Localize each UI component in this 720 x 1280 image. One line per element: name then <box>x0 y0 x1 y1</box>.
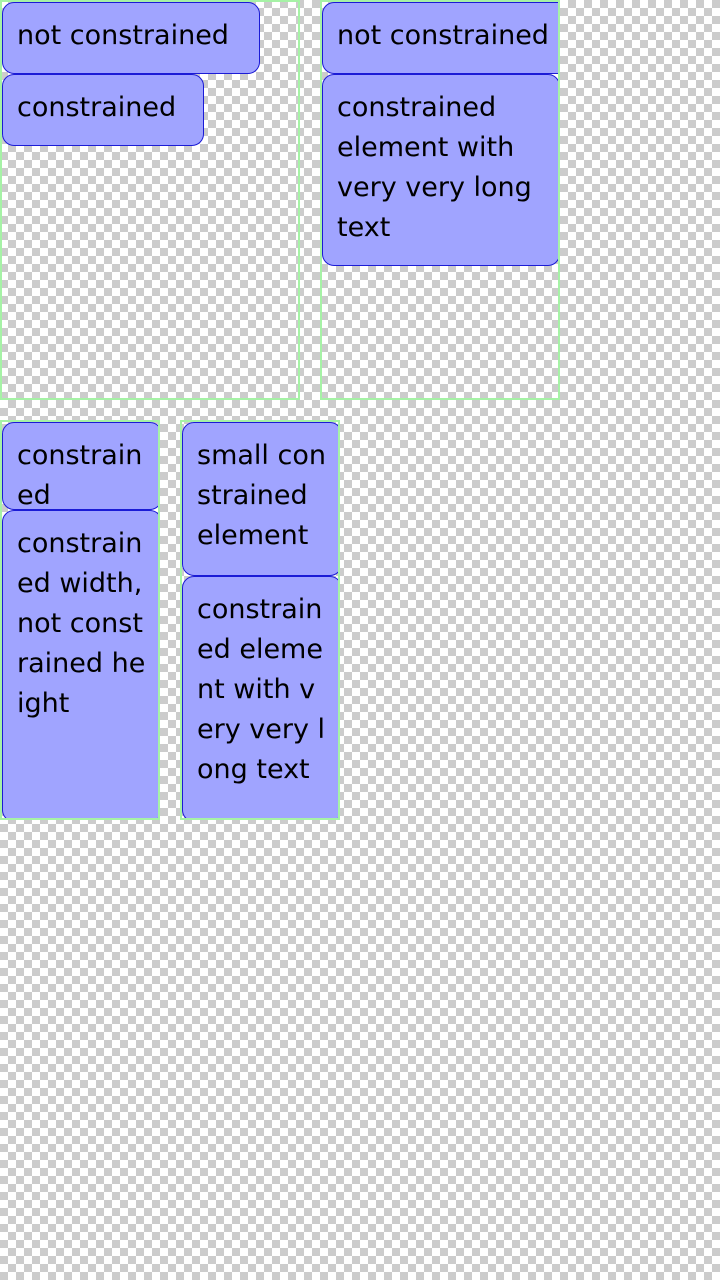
layout-box-small-constrained: small constrained element <box>182 422 338 576</box>
layout-box-constrained-long-text: constrained element with very very long … <box>322 74 558 266</box>
layout-box-not-constrained: not constrained <box>2 2 260 74</box>
layout-box-constrained-clipped: constrained <box>2 422 158 510</box>
layout-box-not-constrained: not constrained <box>322 2 558 74</box>
layout-frame-4: small constrained element constrained el… <box>180 420 340 820</box>
layout-box-constrained-width: constrained width, not constrained heigh… <box>2 510 158 818</box>
layout-box-constrained: constrained <box>2 74 204 146</box>
layout-box-constrained-long-text: constrained element with very very long … <box>182 576 338 818</box>
layout-frame-2: not constrained constrained element with… <box>320 0 560 400</box>
layout-frame-3: constrained constrained width, not const… <box>0 420 160 820</box>
layout-frame-1: not constrained constrained <box>0 0 300 400</box>
